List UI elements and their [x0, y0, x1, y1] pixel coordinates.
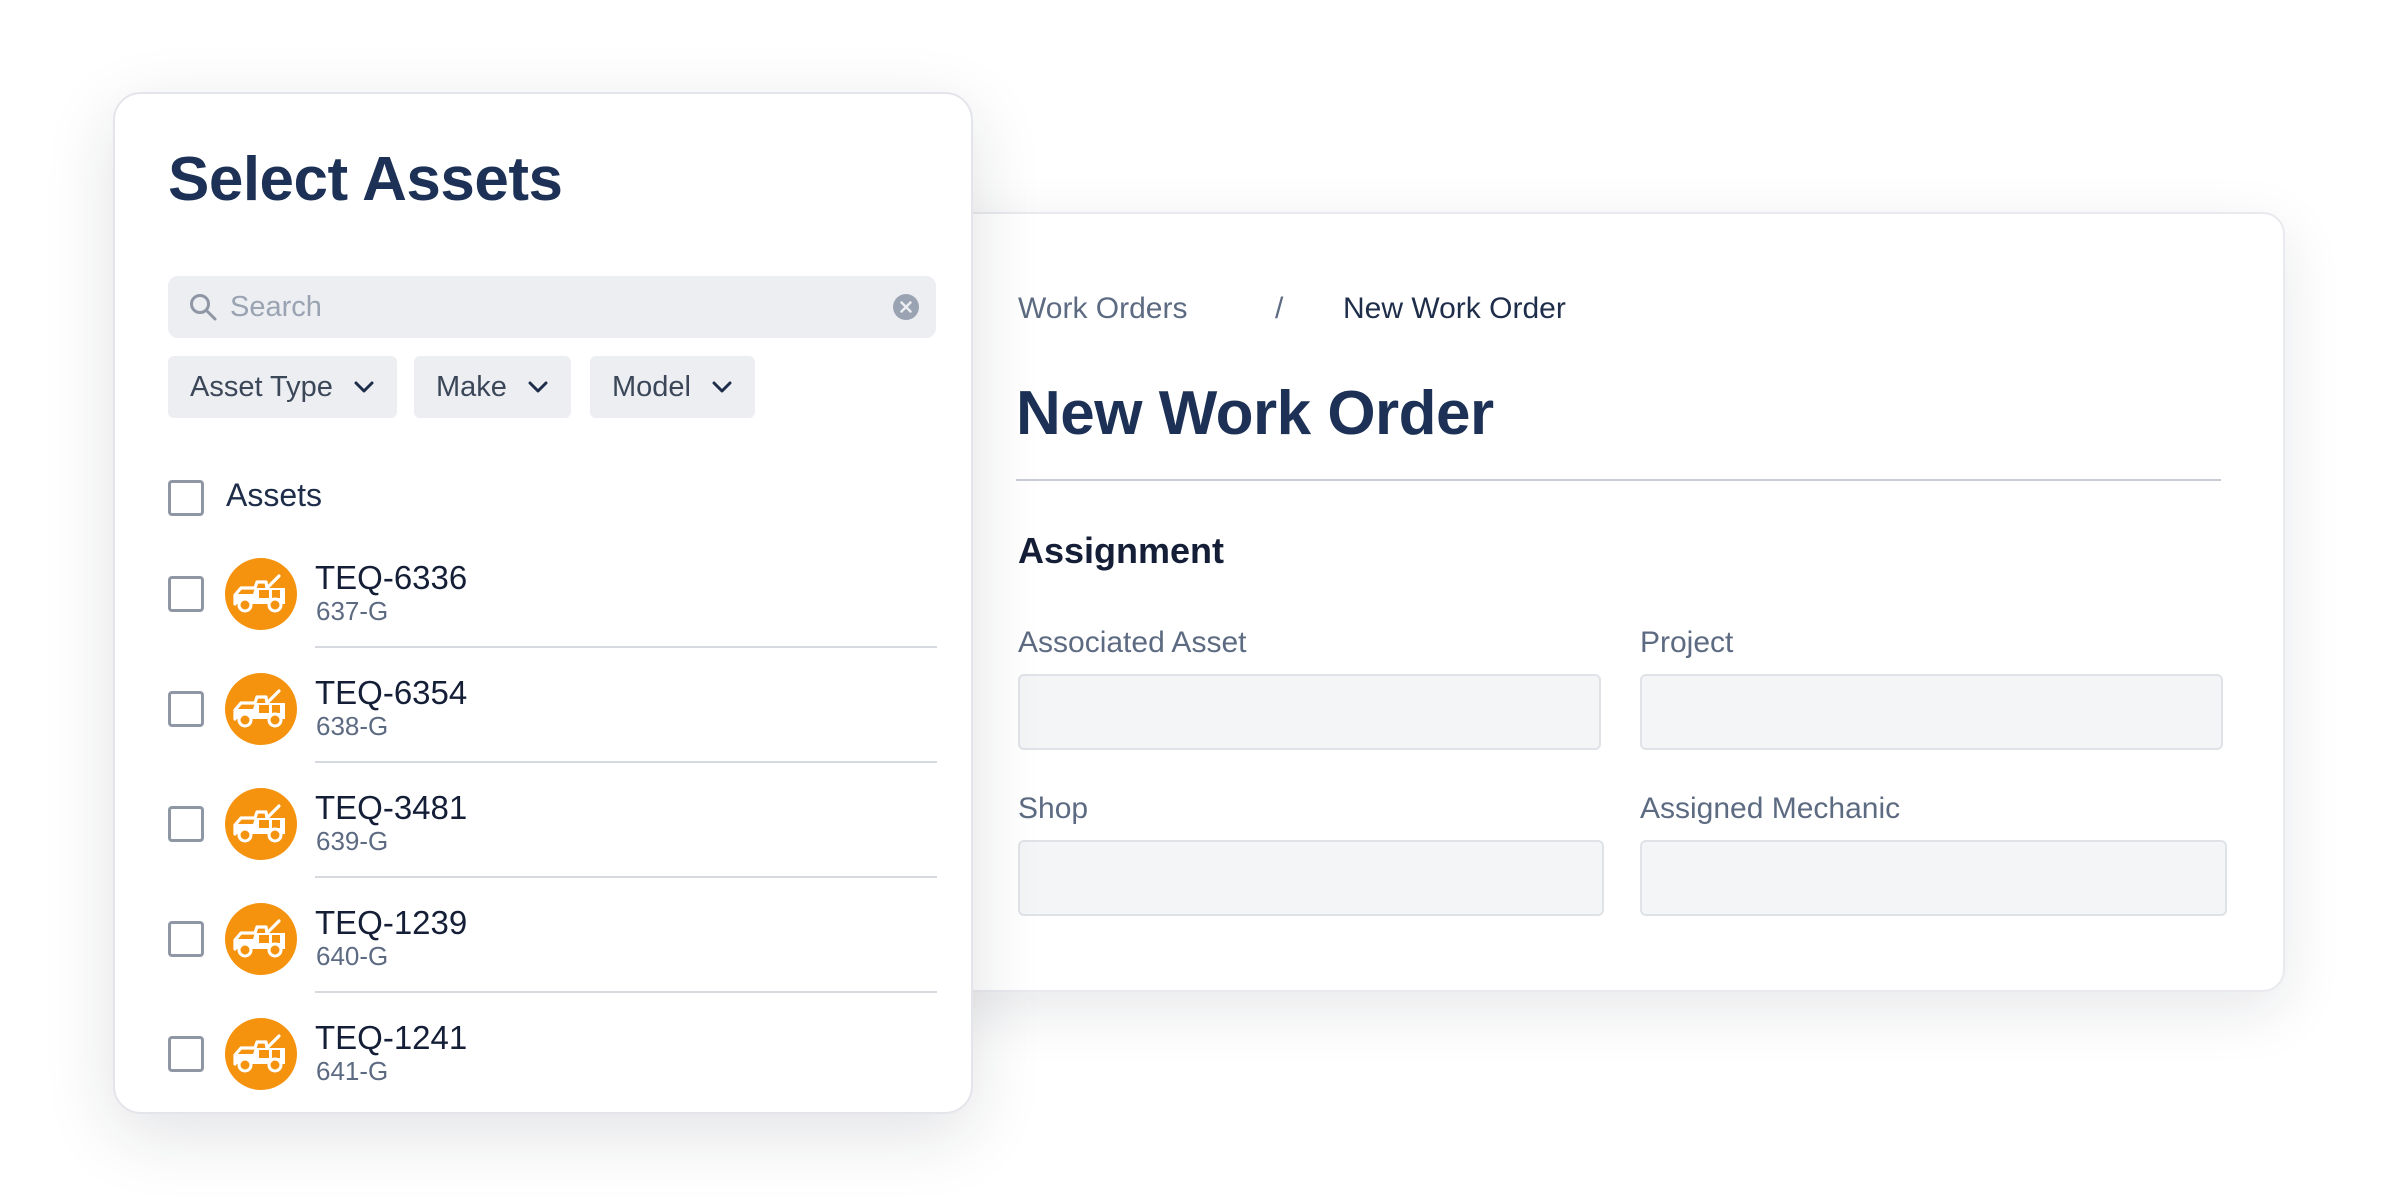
row-divider — [315, 646, 937, 648]
project-field[interactable] — [1640, 674, 2223, 750]
breadcrumb-current: New Work Order — [1343, 292, 1566, 325]
assigned-mechanic-label: Assigned Mechanic — [1640, 792, 1901, 825]
make-filter-label: Make — [436, 370, 507, 403]
page-title: New Work Order — [1016, 379, 1494, 448]
search-icon — [190, 294, 217, 321]
asset-row-0[interactable]: TEQ-6336 637-G — [115, 539, 971, 654]
chevron-down-icon — [712, 381, 732, 393]
asset-code: 641-G — [316, 1056, 389, 1086]
asset-code: 638-G — [316, 711, 389, 741]
asset-name: TEQ-6354 — [315, 674, 468, 711]
asset-checkbox[interactable] — [168, 921, 204, 957]
tow-truck-icon — [233, 689, 285, 728]
asset-name: TEQ-3481 — [315, 789, 468, 826]
tow-truck-icon — [233, 804, 285, 843]
chevron-down-icon — [354, 381, 374, 393]
chevron-down-icon — [528, 381, 548, 393]
asset-name: TEQ-1239 — [315, 904, 468, 941]
select-all-label: Assets — [226, 477, 323, 513]
model-filter-label: Model — [612, 370, 691, 403]
project-label: Project — [1640, 626, 1734, 659]
assigned-mechanic-field[interactable] — [1640, 840, 2227, 916]
tow-truck-icon — [233, 1034, 285, 1073]
tow-truck-icon — [233, 919, 285, 958]
search-input[interactable] — [230, 284, 870, 330]
asset-code: 640-G — [316, 941, 389, 971]
make-filter[interactable]: Make — [414, 356, 571, 418]
asset-code: 637-G — [316, 596, 389, 626]
asset-row-1[interactable]: TEQ-6354 638-G — [115, 654, 971, 769]
asset-avatar — [225, 558, 297, 630]
asset-avatar — [225, 1018, 297, 1090]
asset-avatar — [225, 788, 297, 860]
asset-row-3[interactable]: TEQ-1239 640-G — [115, 884, 971, 999]
title-divider — [1016, 479, 2221, 481]
asset-code: 639-G — [316, 826, 389, 856]
row-divider — [315, 991, 937, 993]
shop-label: Shop — [1018, 792, 1089, 825]
associated-asset-label: Associated Asset — [1018, 626, 1247, 659]
assignment-section-title: Assignment — [1018, 530, 1225, 571]
select-assets-title: Select Assets — [168, 145, 563, 214]
asset-checkbox[interactable] — [168, 1036, 204, 1072]
asset-checkbox[interactable] — [168, 806, 204, 842]
asset-avatar — [225, 673, 297, 745]
clear-search-icon[interactable] — [892, 293, 920, 321]
select-assets-panel: Select Assets Asset Type Make Model Asse… — [113, 92, 973, 1114]
breadcrumb-work-orders-link[interactable]: Work Orders — [1018, 290, 1187, 328]
search-box[interactable] — [168, 276, 936, 338]
shop-field[interactable] — [1018, 840, 1604, 916]
tow-truck-icon — [233, 574, 285, 613]
asset-name: TEQ-1241 — [315, 1019, 468, 1056]
asset-type-filter[interactable]: Asset Type — [168, 356, 397, 418]
model-filter[interactable]: Model — [590, 356, 755, 418]
breadcrumb-separator: / — [1275, 292, 1284, 325]
asset-checkbox[interactable] — [168, 691, 204, 727]
asset-row-4[interactable]: TEQ-1241 641-G — [115, 999, 971, 1112]
asset-row-2[interactable]: TEQ-3481 639-G — [115, 769, 971, 884]
associated-asset-field[interactable] — [1018, 674, 1601, 750]
row-divider — [315, 876, 937, 878]
asset-type-filter-label: Asset Type — [190, 370, 333, 403]
select-all-checkbox[interactable] — [168, 480, 204, 516]
row-divider — [315, 761, 937, 763]
asset-checkbox[interactable] — [168, 576, 204, 612]
asset-avatar — [225, 903, 297, 975]
asset-name: TEQ-6336 — [315, 559, 468, 596]
